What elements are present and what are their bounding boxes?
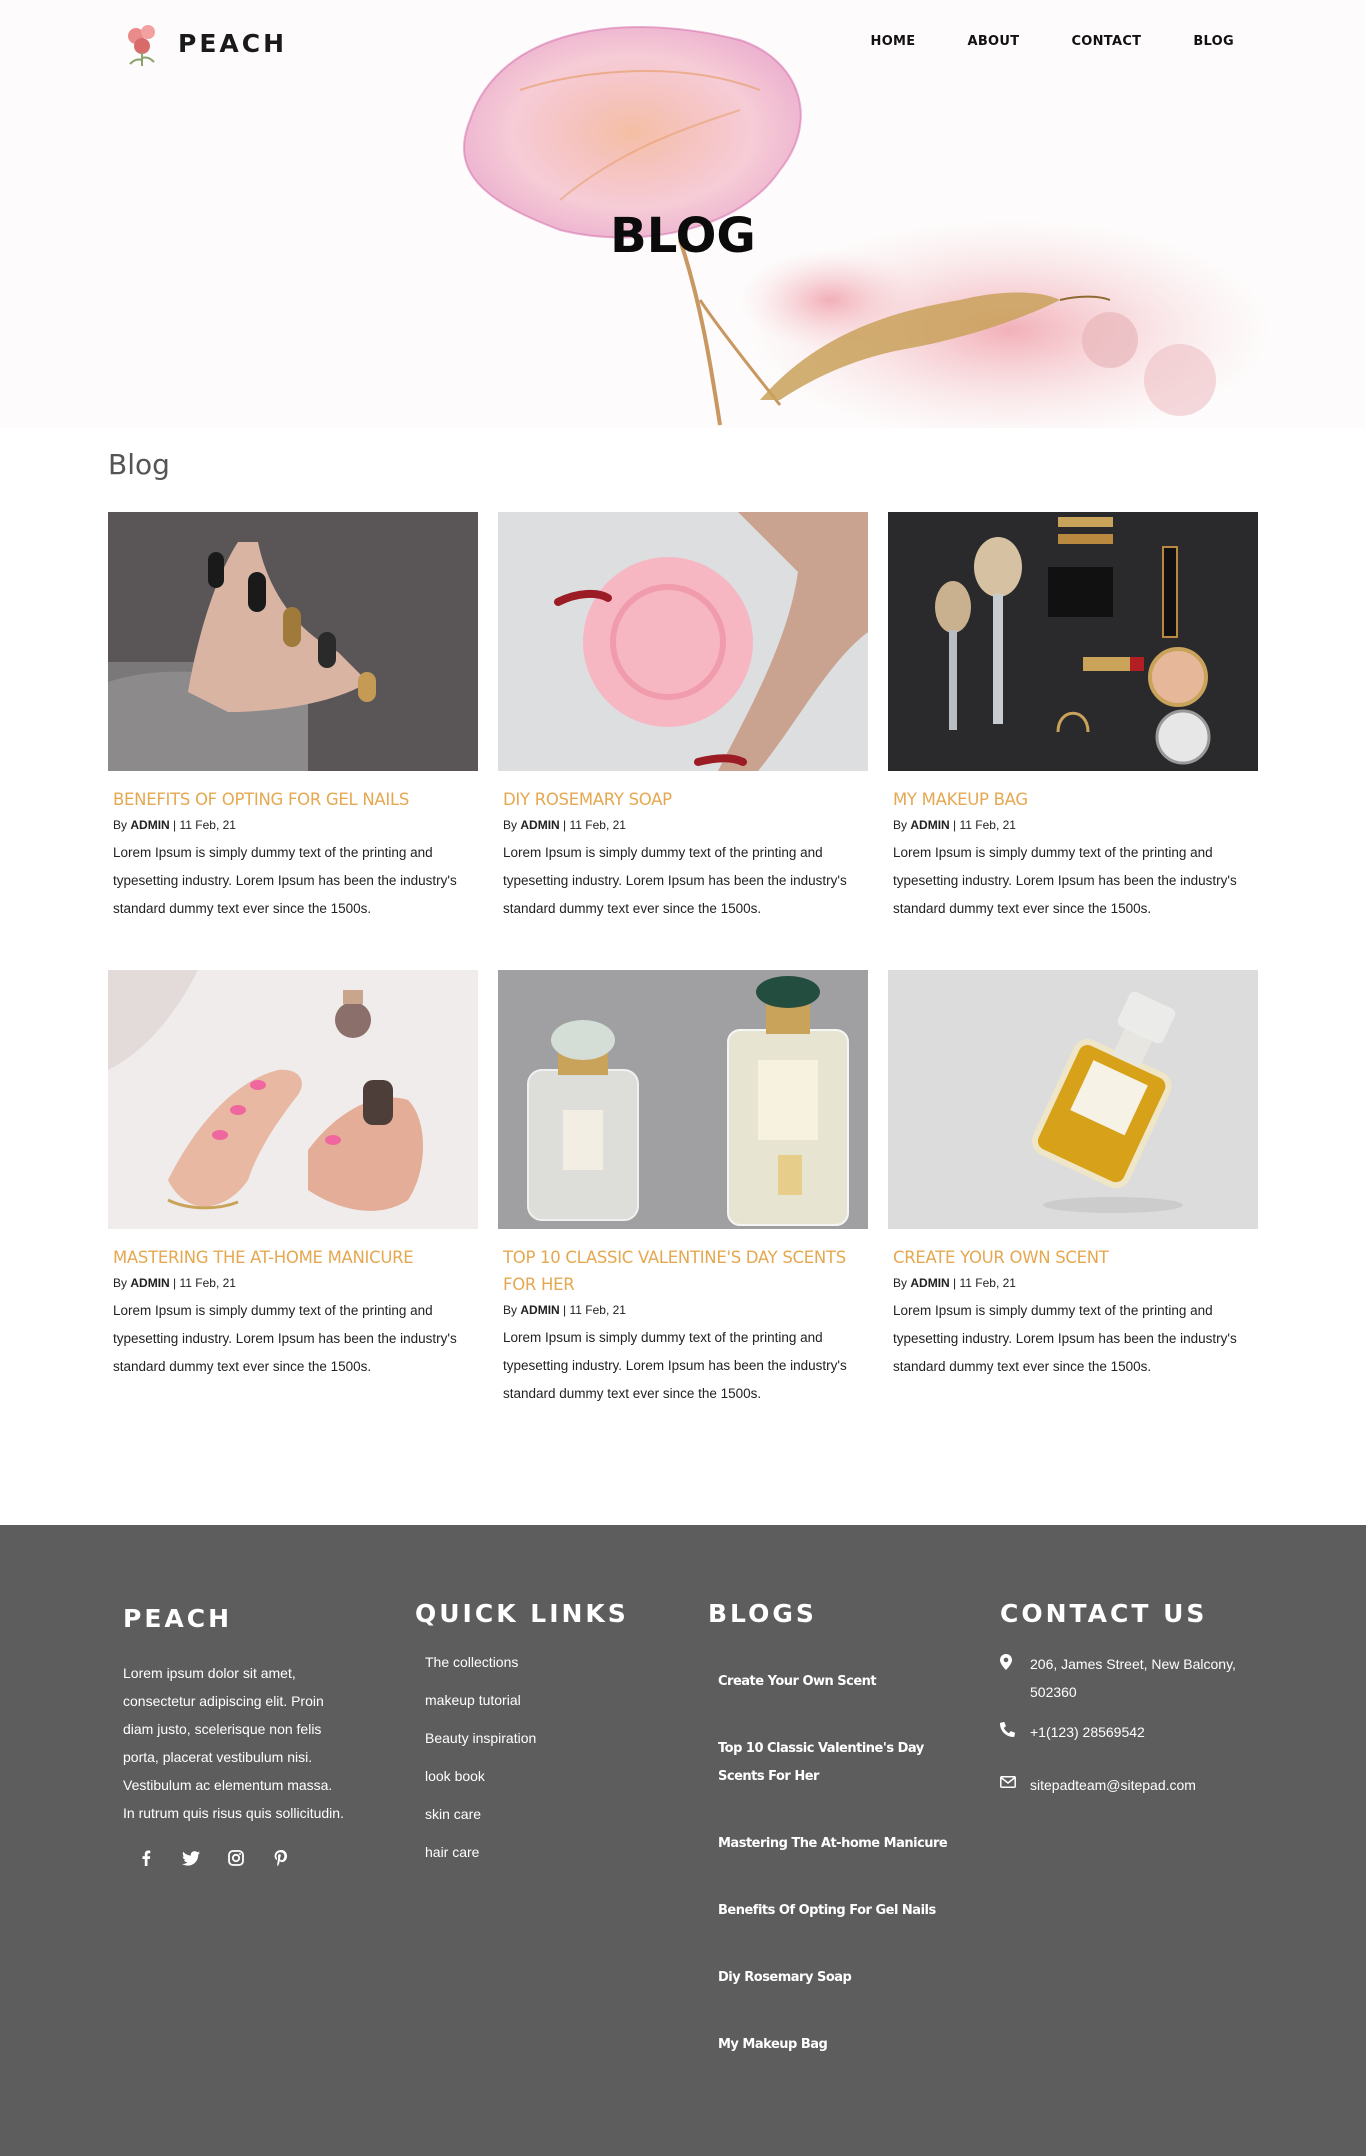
post-title[interactable]: MASTERING THE AT-HOME MANICURE — [113, 1244, 473, 1271]
post-author[interactable]: ADMIN — [910, 1276, 949, 1290]
post-title[interactable]: BENEFITS OF OPTING FOR GEL NAILS — [113, 786, 473, 813]
brand-name: PEACH — [178, 28, 288, 58]
map-pin-icon — [1000, 1654, 1016, 1675]
post-meta: By ADMIN | 11 Feb, 21 — [503, 1303, 626, 1317]
nav-contact[interactable]: CONTACT — [1071, 34, 1141, 49]
facebook-icon[interactable] — [137, 1849, 155, 1867]
contact-title: CONTACT US — [1000, 1599, 1208, 1628]
post-author[interactable]: ADMIN — [910, 818, 949, 832]
blogs-list: Create Your Own Scent Top 10 Classic Val… — [718, 1668, 958, 2059]
phone-icon — [1000, 1721, 1016, 1742]
blog-card: DIY ROSEMARY SOAP By ADMIN | 11 Feb, 21 … — [498, 512, 868, 923]
footer-blog-link[interactable]: Top 10 Classic Valentine's Day Scents Fo… — [718, 1735, 958, 1791]
post-date: | 11 Feb, 21 — [563, 818, 626, 832]
quick-links-title: QUICK LINKS — [415, 1599, 629, 1628]
blog-card: BENEFITS OF OPTING FOR GEL NAILS By ADMI… — [108, 512, 478, 923]
rosemary-soap-image — [498, 512, 868, 771]
post-meta: By ADMIN | 11 Feb, 21 — [113, 818, 236, 832]
quick-link[interactable]: Beauty inspiration — [425, 1728, 629, 1748]
twitter-icon[interactable] — [182, 1849, 200, 1867]
post-meta: By ADMIN | 11 Feb, 21 — [503, 818, 626, 832]
pinterest-icon[interactable] — [272, 1849, 290, 1867]
blog-card: TOP 10 CLASSIC VALENTINE'S DAY SCENTS FO… — [498, 970, 868, 1408]
blog-card: MY MAKEUP BAG By ADMIN | 11 Feb, 21 Lore… — [888, 512, 1258, 923]
mail-icon — [1000, 1775, 1016, 1793]
post-thumbnail-own-scent[interactable] — [888, 970, 1258, 1229]
post-author[interactable]: ADMIN — [520, 818, 559, 832]
blog-card: CREATE YOUR OWN SCENT By ADMIN | 11 Feb,… — [888, 970, 1258, 1381]
contact-address: 206, James Street, New Balcony, 502360 — [1000, 1650, 1255, 1706]
post-title[interactable]: MY MAKEUP BAG — [893, 786, 1253, 813]
post-excerpt: Lorem Ipsum is simply dummy text of the … — [503, 1330, 847, 1401]
post-excerpt: Lorem Ipsum is simply dummy text of the … — [893, 845, 1237, 916]
contact-phone: +1(123) 28569542 — [1000, 1718, 1255, 1746]
post-excerpt: Lorem Ipsum is simply dummy text of the … — [893, 1303, 1237, 1374]
post-date: | 11 Feb, 21 — [953, 818, 1016, 832]
post-thumbnail-gel-nails[interactable] — [108, 512, 478, 771]
quick-link[interactable]: skin care — [425, 1804, 629, 1824]
post-date: | 11 Feb, 21 — [173, 818, 236, 832]
page-title: BLOG — [610, 208, 756, 264]
quick-link[interactable]: look book — [425, 1766, 629, 1786]
nav-home[interactable]: HOME — [871, 34, 916, 49]
post-excerpt: Lorem Ipsum is simply dummy text of the … — [113, 845, 457, 916]
quick-link[interactable]: makeup tutorial — [425, 1690, 629, 1710]
manicure-image — [108, 970, 478, 1229]
quick-link[interactable]: hair care — [425, 1842, 629, 1862]
blogs-title: BLOGS — [708, 1599, 817, 1628]
post-title[interactable]: TOP 10 CLASSIC VALENTINE'S DAY SCENTS FO… — [503, 1244, 863, 1298]
post-excerpt: Lorem Ipsum is simply dummy text of the … — [503, 845, 847, 916]
contact-email: sitepadteam@sitepad.com — [1000, 1771, 1255, 1799]
post-thumbnail-rosemary-soap[interactable] — [498, 512, 868, 771]
post-author[interactable]: ADMIN — [130, 818, 169, 832]
nav-blog[interactable]: BLOG — [1193, 34, 1234, 49]
footer-blog-link[interactable]: Diy Rosemary Soap — [718, 1964, 958, 1992]
social-links — [137, 1849, 345, 1867]
footer-brand: PEACH — [123, 1604, 233, 1633]
post-date: | 11 Feb, 21 — [953, 1276, 1016, 1290]
gel-nails-image — [108, 512, 478, 771]
quick-links-list: The collections makeup tutorial Beauty i… — [425, 1652, 629, 1862]
post-meta: By ADMIN | 11 Feb, 21 — [893, 1276, 1016, 1290]
footer-blogs: BLOGS Create Your Own Scent Top 10 Class… — [708, 1599, 958, 2059]
footer-about-text: Lorem ipsum dolor sit amet, consectetur … — [123, 1665, 344, 1821]
hero-banner: PEACH HOME ABOUT CONTACT BLOG BLOG — [0, 0, 1366, 428]
valentine-scents-image — [498, 970, 868, 1229]
quick-link[interactable]: The collections — [425, 1652, 629, 1672]
brand-logo[interactable]: PEACH — [120, 18, 287, 68]
blog-card: MASTERING THE AT-HOME MANICURE By ADMIN … — [108, 970, 478, 1381]
section-title: Blog — [108, 448, 170, 481]
post-thumbnail-valentine-scents[interactable] — [498, 970, 868, 1229]
footer-about: PEACH Lorem ipsum dolor sit amet, consec… — [123, 1604, 345, 1867]
post-title[interactable]: CREATE YOUR OWN SCENT — [893, 1244, 1253, 1271]
post-title[interactable]: DIY ROSEMARY SOAP — [503, 786, 863, 813]
footer-blog-link[interactable]: Mastering The At-home Manicure — [718, 1830, 958, 1858]
post-thumbnail-makeup-bag[interactable] — [888, 512, 1258, 771]
perfume-bottle-image — [888, 970, 1258, 1229]
instagram-icon[interactable] — [227, 1849, 245, 1867]
footer-contact: CONTACT US 206, James Street, New Balcon… — [1000, 1599, 1255, 1799]
post-meta: By ADMIN | 11 Feb, 21 — [893, 818, 1016, 832]
makeup-bag-image — [888, 512, 1258, 771]
post-excerpt: Lorem Ipsum is simply dummy text of the … — [113, 1303, 457, 1374]
flower-logo-icon — [128, 25, 155, 66]
site-footer: PEACH Lorem ipsum dolor sit amet, consec… — [0, 1525, 1366, 2156]
post-author[interactable]: ADMIN — [520, 1303, 559, 1317]
post-date: | 11 Feb, 21 — [173, 1276, 236, 1290]
footer-blog-link[interactable]: Create Your Own Scent — [718, 1668, 958, 1696]
footer-blog-link[interactable]: My Makeup Bag — [718, 2031, 958, 2059]
footer-quick-links: QUICK LINKS The collections makeup tutor… — [415, 1599, 629, 1880]
post-meta: By ADMIN | 11 Feb, 21 — [113, 1276, 236, 1290]
post-date: | 11 Feb, 21 — [563, 1303, 626, 1317]
post-author[interactable]: ADMIN — [130, 1276, 169, 1290]
footer-blog-link[interactable]: Benefits Of Opting For Gel Nails — [718, 1897, 958, 1925]
main-nav: HOME ABOUT CONTACT BLOG — [871, 34, 1234, 49]
post-thumbnail-manicure[interactable] — [108, 970, 478, 1229]
nav-about[interactable]: ABOUT — [967, 34, 1019, 49]
